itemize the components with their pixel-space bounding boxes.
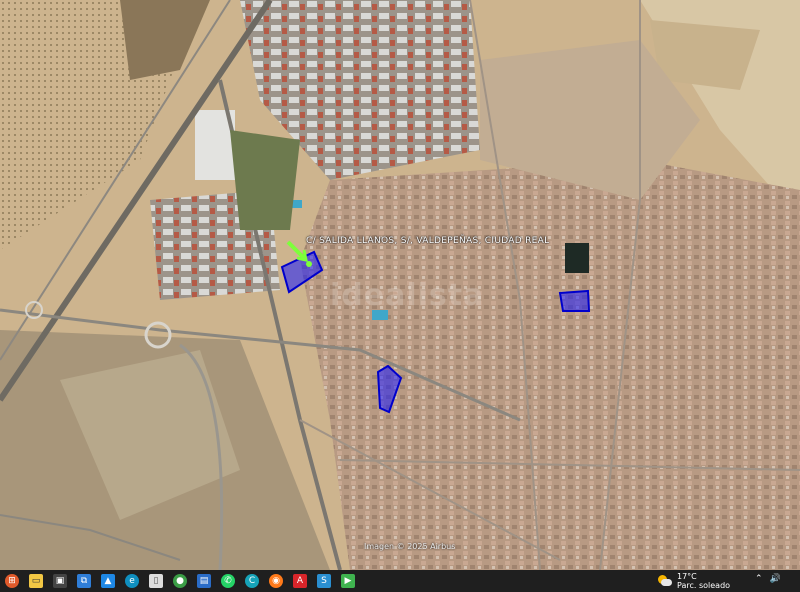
weather-widget[interactable]: 17°C Parc. soleado bbox=[658, 572, 730, 590]
windows-start-icon[interactable]: ⊞ bbox=[5, 574, 19, 588]
partly-sunny-icon bbox=[658, 575, 672, 587]
watermark-text: idealista bbox=[330, 278, 485, 313]
parcel-highlight-2[interactable] bbox=[558, 289, 591, 312]
weather-condition: Parc. soleado bbox=[677, 581, 731, 590]
photos-icon[interactable]: ▲ bbox=[101, 574, 115, 588]
network-icon[interactable]: ⧉ bbox=[77, 574, 91, 588]
chevron-up-icon[interactable]: ⌃ bbox=[755, 574, 763, 584]
system-tray: ⌃ 🔊 bbox=[755, 574, 788, 584]
whatsapp-icon[interactable]: ✆ bbox=[221, 574, 235, 588]
app-s-icon[interactable]: S bbox=[317, 574, 331, 588]
wooded-area bbox=[230, 130, 300, 230]
imagery-attribution: Imagen © 2025 Airbus bbox=[364, 542, 456, 551]
app-green-icon[interactable]: ▶ bbox=[341, 574, 355, 588]
file-explorer-icon[interactable]: ▭ bbox=[29, 574, 43, 588]
satellite-map[interactable]: idealista C/ SALIDA LLANOS, S/, VALDEPEÑ… bbox=[0, 0, 800, 570]
firefox-icon[interactable]: ◉ bbox=[269, 574, 283, 588]
edge-icon[interactable]: e bbox=[125, 574, 139, 588]
save-icon[interactable]: ▤ bbox=[197, 574, 211, 588]
reservoir bbox=[565, 243, 589, 273]
task-view-icon[interactable]: ▣ bbox=[53, 574, 67, 588]
place-label: C/ SALIDA LLANOS, S/, VALDEPEÑAS, CIUDAD… bbox=[306, 236, 550, 246]
file-icon[interactable]: ▯ bbox=[149, 574, 163, 588]
weather-temperature: 17°C bbox=[677, 572, 697, 581]
chrome-icon[interactable]: ● bbox=[173, 574, 187, 588]
volume-icon[interactable]: 🔊 bbox=[770, 574, 781, 584]
acrobat-icon[interactable]: A bbox=[293, 574, 307, 588]
town-urban-area bbox=[300, 160, 800, 570]
windows-taskbar: ⊞ ▭ ▣ ⧉ ▲ e ▯ ● ▤ ✆ C ◉ A S ▶ 17°C Parc.… bbox=[0, 570, 800, 592]
edge-2-icon[interactable]: C bbox=[245, 574, 259, 588]
